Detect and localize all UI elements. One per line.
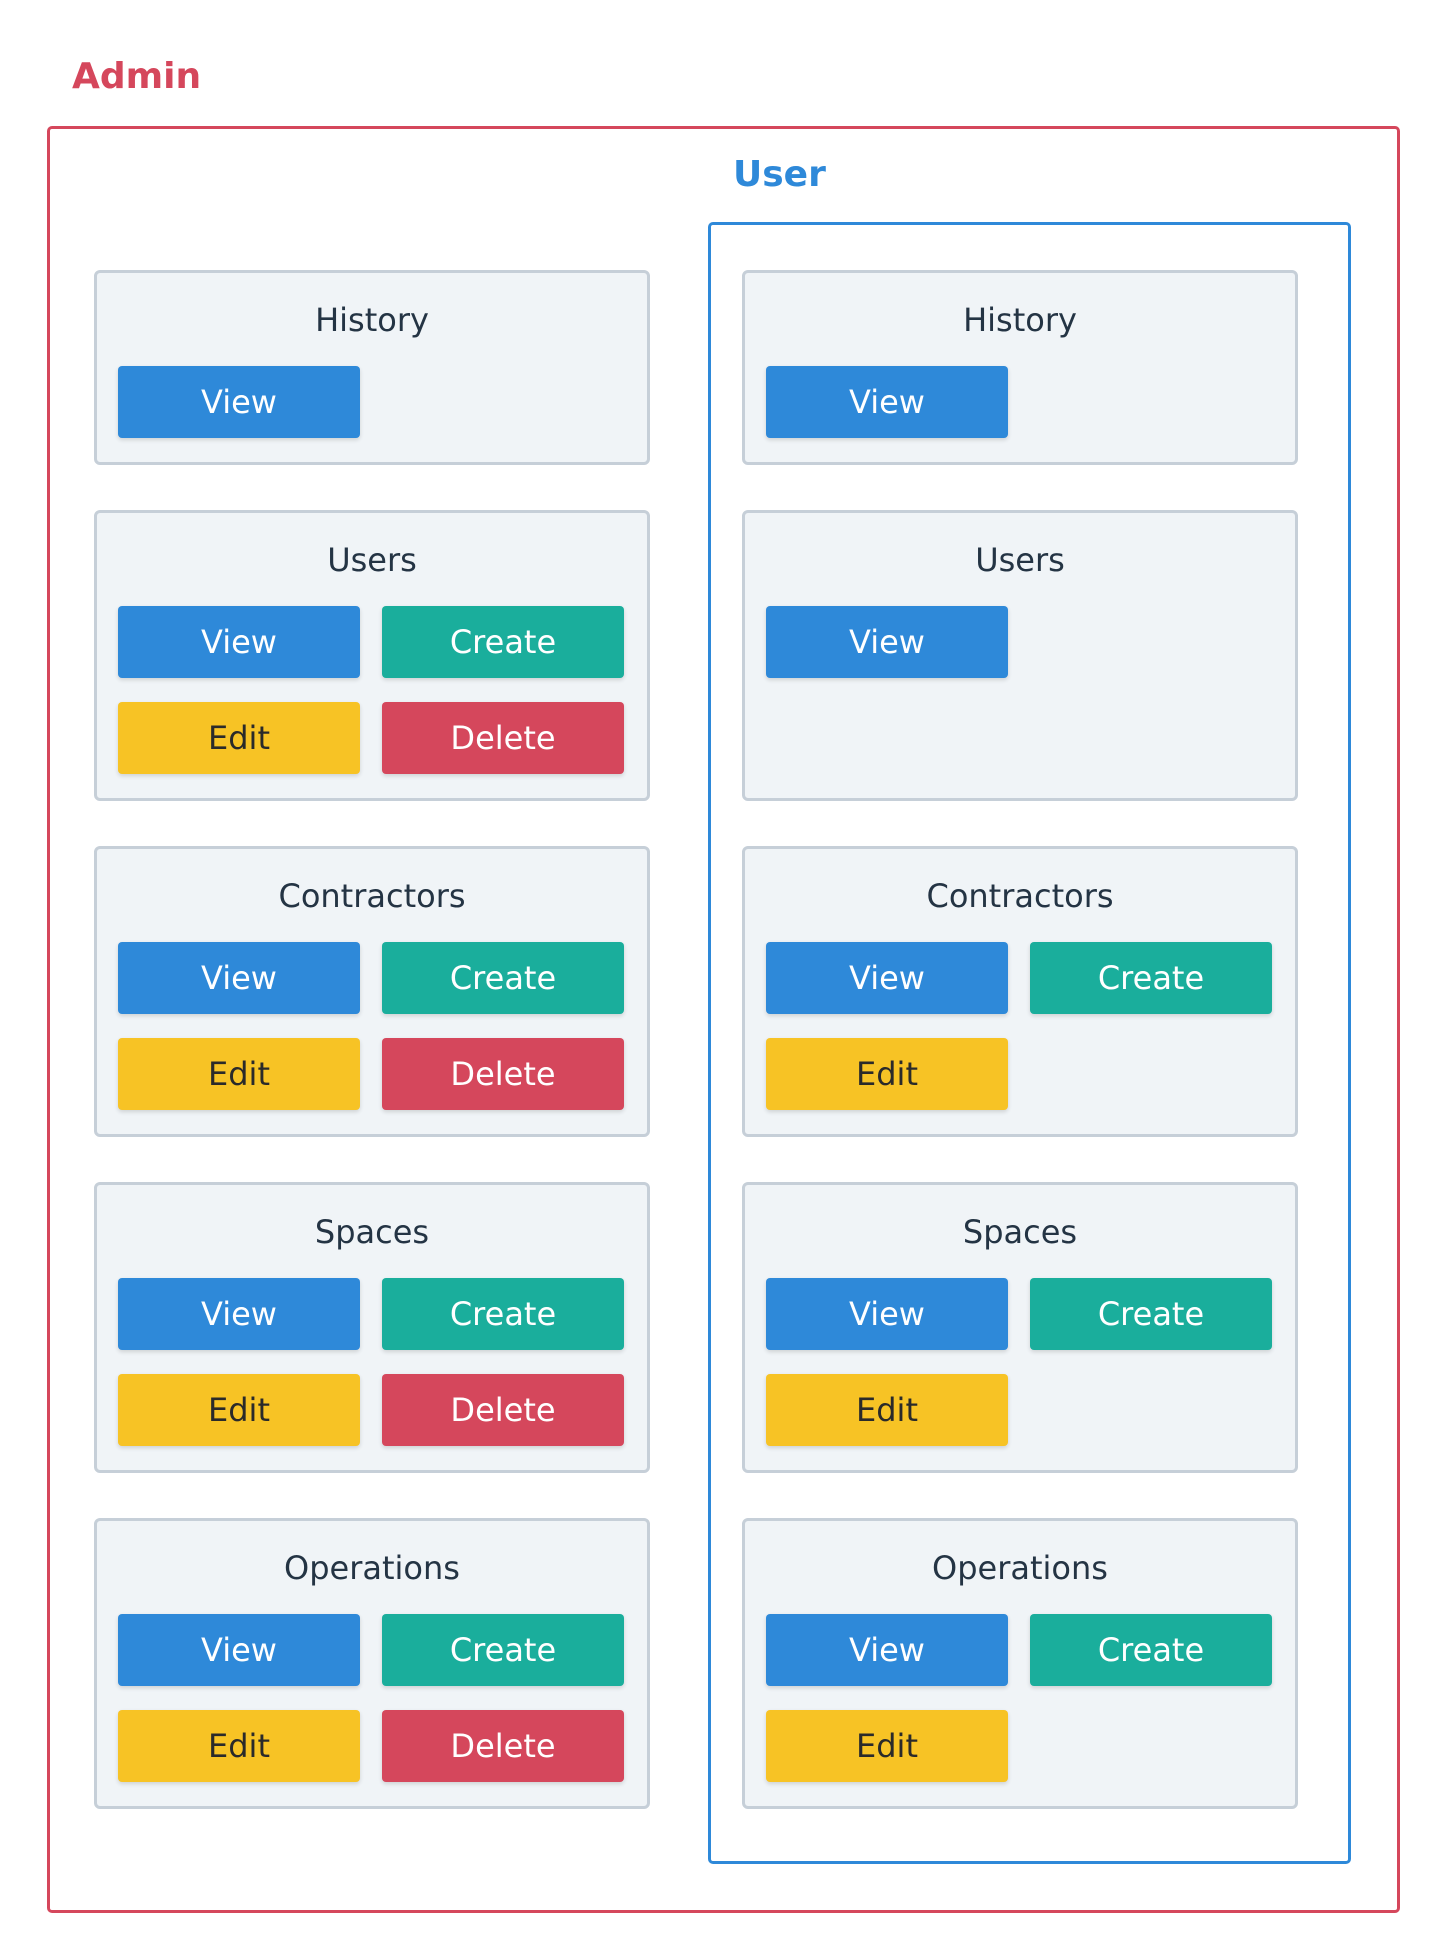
user-spaces-title: Spaces <box>962 1213 1078 1251</box>
user-operations-title: Operations <box>932 1549 1108 1587</box>
user-operations-create-button[interactable]: Create <box>1030 1614 1272 1686</box>
admin-contractors-panel: Contractors View Create Edit Delete <box>94 846 650 1137</box>
admin-users-edit-button[interactable]: Edit <box>118 702 360 774</box>
user-history-title: History <box>963 301 1077 339</box>
admin-contractors-create-button[interactable]: Create <box>382 942 624 1014</box>
user-contractors-view-button[interactable]: View <box>766 942 1008 1014</box>
user-contractors-edit-button[interactable]: Edit <box>766 1038 1008 1110</box>
user-contractors-panel: Contractors View Create Edit <box>742 846 1298 1137</box>
admin-history-panel: History View <box>94 270 650 465</box>
user-users-view-button[interactable]: View <box>766 606 1008 678</box>
admin-spaces-panel: Spaces View Create Edit Delete <box>94 1182 650 1473</box>
admin-contractors-title: Contractors <box>278 877 466 915</box>
admin-users-delete-button[interactable]: Delete <box>382 702 624 774</box>
admin-history-view-button[interactable]: View <box>118 366 360 438</box>
user-history-panel: History View <box>742 270 1298 465</box>
user-spaces-view-button[interactable]: View <box>766 1278 1008 1350</box>
user-history-view-button[interactable]: View <box>766 366 1008 438</box>
user-contractors-title: Contractors <box>926 877 1114 915</box>
user-operations-panel: Operations View Create Edit <box>742 1518 1298 1809</box>
admin-users-view-button[interactable]: View <box>118 606 360 678</box>
admin-spaces-create-button[interactable]: Create <box>382 1278 624 1350</box>
user-spaces-panel: Spaces View Create Edit <box>742 1182 1298 1473</box>
user-operations-edit-button[interactable]: Edit <box>766 1710 1008 1782</box>
admin-users-title: Users <box>327 541 417 579</box>
admin-operations-title: Operations <box>284 1549 460 1587</box>
admin-operations-delete-button[interactable]: Delete <box>382 1710 624 1782</box>
admin-operations-create-button[interactable]: Create <box>382 1614 624 1686</box>
admin-contractors-delete-button[interactable]: Delete <box>382 1038 624 1110</box>
user-operations-view-button[interactable]: View <box>766 1614 1008 1686</box>
admin-users-create-button[interactable]: Create <box>382 606 624 678</box>
admin-label: Admin <box>72 56 202 97</box>
user-contractors-create-button[interactable]: Create <box>1030 942 1272 1014</box>
user-spaces-edit-button[interactable]: Edit <box>766 1374 1008 1446</box>
admin-operations-view-button[interactable]: View <box>118 1614 360 1686</box>
admin-spaces-delete-button[interactable]: Delete <box>382 1374 624 1446</box>
user-label: User <box>733 154 826 195</box>
admin-users-panel: Users View Create Edit Delete <box>94 510 650 801</box>
admin-spaces-view-button[interactable]: View <box>118 1278 360 1350</box>
user-users-title: Users <box>975 541 1065 579</box>
admin-contractors-edit-button[interactable]: Edit <box>118 1038 360 1110</box>
user-spaces-create-button[interactable]: Create <box>1030 1278 1272 1350</box>
admin-spaces-title: Spaces <box>314 1213 430 1251</box>
admin-operations-edit-button[interactable]: Edit <box>118 1710 360 1782</box>
admin-operations-panel: Operations View Create Edit Delete <box>94 1518 650 1809</box>
admin-spaces-edit-button[interactable]: Edit <box>118 1374 360 1446</box>
admin-contractors-view-button[interactable]: View <box>118 942 360 1014</box>
user-users-panel: Users View <box>742 510 1298 801</box>
admin-history-title: History <box>315 301 429 339</box>
